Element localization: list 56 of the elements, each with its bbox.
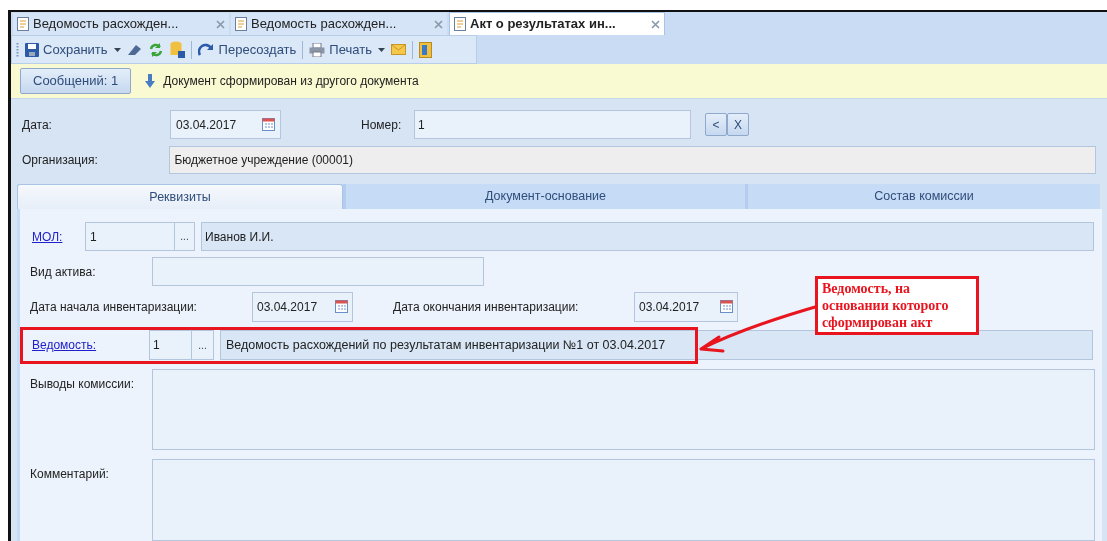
database-save-icon[interactable] [169,41,185,59]
down-arrow-icon [145,74,156,89]
message-text: Документ сформирован из другого документа [163,73,419,91]
organization-field[interactable]: Бюджетное учреждение (00001) [169,146,1096,175]
document-tab[interactable]: Ведомость расхожден... [13,13,229,36]
nav-button[interactable]: < [705,113,727,137]
browse-button[interactable]: ... [192,330,214,361]
document-tab[interactable]: Акт о результатах ин... [449,12,665,36]
number-label: Номер: [361,117,403,134]
nav-button[interactable]: X [727,113,749,137]
printer-icon [309,42,326,57]
start-date-field[interactable]: 03.04.2017 [252,292,353,322]
statement-link[interactable]: Ведомость: [32,336,149,355]
document-icon [17,17,29,32]
save-button[interactable]: Сохранить [25,39,108,60]
print-button[interactable]: Печать [309,39,372,60]
refresh-icon[interactable] [147,41,164,58]
asset-type-field[interactable] [152,257,484,287]
end-date-field[interactable]: 03.04.2017 [634,292,738,322]
exit-door-icon[interactable] [418,41,432,58]
form-tab[interactable]: Реквизиты [17,184,343,209]
document-icon [454,17,466,32]
comment-field[interactable] [152,459,1095,541]
statement-name-field[interactable]: Ведомость расхождений по результатам инвентаризации №1 от 03.04.2017 [220,330,1093,361]
close-icon[interactable] [216,19,225,29]
document-tab[interactable]: Ведомость расхожден... [231,13,447,36]
calendar-icon[interactable] [335,300,348,314]
envelope-icon[interactable] [390,44,406,56]
close-icon[interactable] [651,19,660,29]
curved-arrow-icon [197,42,214,57]
recreate-button[interactable]: Пересоздать [197,39,297,60]
statement-code-field[interactable]: 1 [149,330,192,361]
mol-link[interactable]: МОЛ: [32,228,85,246]
eraser-icon[interactable] [126,43,142,57]
comment-label: Комментарий: [30,466,110,483]
document-icon [235,17,247,32]
close-icon[interactable] [434,19,443,29]
browse-button[interactable]: ... [175,222,195,252]
conclusions-field[interactable] [152,369,1095,450]
mol-code-field[interactable]: 1 [85,222,175,252]
messages-button[interactable]: Сообщений: 1 [20,68,132,95]
date-label: Дата: [22,117,53,134]
number-field[interactable]: 1 [414,110,691,140]
mol-name-field[interactable]: Иванов И.И. [201,222,1094,252]
end-date-label: Дата окончания инвентаризации: [393,299,580,316]
organization-label: Организация: [22,152,99,170]
grip-icon [16,41,19,58]
caret-icon[interactable] [377,47,385,52]
conclusions-label: Выводы комиссии: [30,376,135,393]
caret-icon[interactable] [113,47,121,52]
date-field[interactable]: 03.04.2017 [170,110,281,140]
annotation-text: Ведомость, на основании которого сформирован акт [815,276,979,335]
start-date-label: Дата начала инвентаризации: [30,299,198,316]
calendar-icon[interactable] [720,300,733,314]
asset-type-label: Вид актива: [30,264,97,281]
calendar-icon[interactable] [262,118,275,132]
